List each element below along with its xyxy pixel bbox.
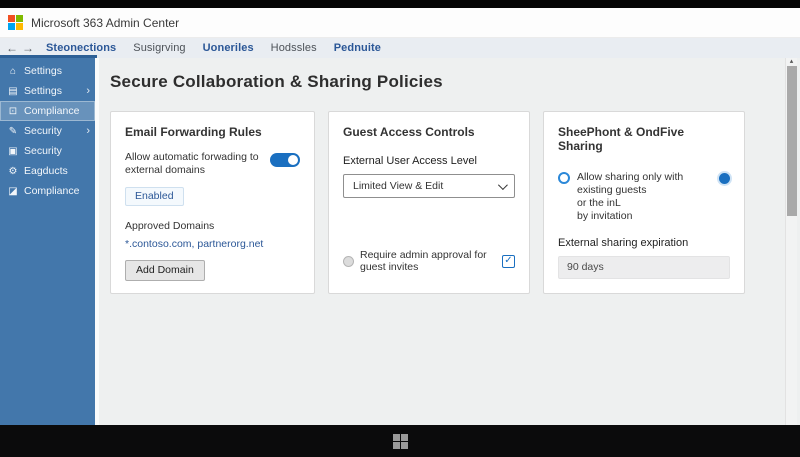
approved-domains-value[interactable]: *.contoso.com, partnerorg.net — [125, 238, 300, 250]
title-bar: Microsoft 363 Admin Center — [0, 8, 800, 38]
access-level-value: Limited View & Edit — [353, 180, 444, 192]
toggle-knob — [288, 155, 298, 165]
sidebar: ⌂ Settings ▤ Settings › ⊡ Compliance ✎ S… — [0, 58, 95, 425]
tab-hodssles[interactable]: Hodssles — [271, 42, 317, 54]
sidebar-item-settings[interactable]: ⌂ Settings — [0, 61, 95, 81]
access-level-label: External User Access Level — [343, 155, 477, 167]
sharing-radio-selected[interactable] — [719, 173, 730, 184]
sharing-option-row: Allow sharing only with existing guests … — [558, 171, 730, 223]
sidebar-item-security-2[interactable]: ▣ Security — [0, 141, 95, 161]
sharing-option-label: Allow sharing only with existing guests … — [577, 171, 709, 223]
gear-icon: ⚙ — [8, 165, 18, 177]
sharing-radio-unselected[interactable] — [558, 172, 570, 184]
page-title: Secure Collaboration & Sharing Policies — [110, 72, 443, 91]
sharing-option-line3: by invitation — [577, 210, 633, 222]
nav-tabs: Steonections Susigrving Uoneriles Hodssl… — [46, 42, 381, 54]
scroll-up-icon[interactable]: ▴ — [786, 58, 797, 66]
approval-checkbox[interactable]: ✓ — [502, 254, 515, 268]
windows-start-button[interactable] — [392, 433, 408, 449]
tab-pednuite[interactable]: Pednuite — [334, 42, 381, 54]
card-guest-access: Guest Access Controls External User Acce… — [328, 111, 530, 294]
card-sharing: SheePhont & OndFive Sharing Allow sharin… — [543, 111, 745, 294]
scrollbar-thumb[interactable] — [787, 66, 797, 216]
document-icon: ▣ — [8, 145, 18, 157]
main-content: Secure Collaboration & Sharing Policies … — [95, 58, 800, 425]
expiration-label: External sharing expiration — [558, 237, 689, 249]
top-black-strip — [0, 0, 800, 8]
list-icon: ▤ — [8, 85, 18, 97]
check-icon: ✓ — [504, 255, 513, 266]
sidebar-item-eagducts[interactable]: ⚙ Eagducts — [0, 161, 95, 181]
admin-approval-row: Require admin approval for guest invites… — [343, 249, 515, 281]
add-domain-button[interactable]: Add Domain — [125, 260, 205, 281]
access-level-select[interactable]: Limited View & Edit — [343, 174, 515, 198]
card-email-forwarding: Email Forwarding Rules Allow automatic f… — [110, 111, 315, 294]
approval-label: Require admin approval for guest invites — [360, 249, 487, 273]
scrollbar[interactable]: ▴ — [785, 58, 797, 425]
microsoft-logo-icon — [8, 15, 23, 30]
chevron-right-icon: › — [86, 85, 90, 97]
chevron-down-icon — [497, 179, 508, 190]
tab-susigrving[interactable]: Susigrving — [133, 42, 185, 54]
back-arrow-icon[interactable]: ← — [4, 41, 20, 55]
tab-uoneriles[interactable]: Uoneriles — [203, 42, 254, 54]
chevron-right-icon: › — [86, 125, 90, 137]
window-title: Microsoft 363 Admin Center — [31, 15, 180, 30]
sidebar-item-compliance-2[interactable]: ◪ Compliance — [0, 181, 95, 201]
forwarding-toggle-row: Allow automatic forwading to external do… — [125, 151, 300, 177]
forwarding-toggle[interactable] — [270, 153, 300, 167]
card-title: Guest Access Controls — [343, 125, 475, 139]
sharing-option-line2: or the inL — [577, 197, 621, 209]
tab-steonections[interactable]: Steonections — [46, 42, 116, 54]
home-icon: ⌂ — [9, 65, 17, 77]
approved-domains-label: Approved Domains — [125, 220, 215, 232]
sidebar-item-security[interactable]: ✎ Security › — [0, 121, 95, 141]
taskbar — [0, 425, 800, 457]
sharing-option-line1: Allow sharing only with existing guests — [577, 171, 684, 196]
card-title: Email Forwarding Rules — [125, 125, 262, 139]
status-badge: Enabled — [125, 187, 184, 206]
navigation-bar: ← → Steonections Susigrving Uoneriles Ho… — [0, 38, 800, 58]
cards-row: Email Forwarding Rules Allow automatic f… — [110, 111, 800, 294]
forwarding-toggle-label: Allow automatic forwading to external do… — [125, 151, 259, 176]
screen: Microsoft 363 Admin Center ← → Steonecti… — [0, 0, 800, 457]
forward-arrow-icon[interactable]: → — [20, 41, 36, 55]
card-title: SheePhont & OndFive Sharing — [558, 125, 685, 153]
expiration-field[interactable]: 90 days — [558, 256, 730, 279]
clipboard-icon: ⊡ — [8, 105, 18, 117]
edit-square-icon: ◪ — [8, 185, 18, 197]
sidebar-item-compliance[interactable]: ⊡ Compliance — [0, 101, 95, 121]
approval-radio-indicator[interactable] — [343, 255, 354, 267]
sidebar-item-settings-2[interactable]: ▤ Settings › — [0, 81, 95, 101]
pencil-icon: ✎ — [8, 125, 18, 137]
